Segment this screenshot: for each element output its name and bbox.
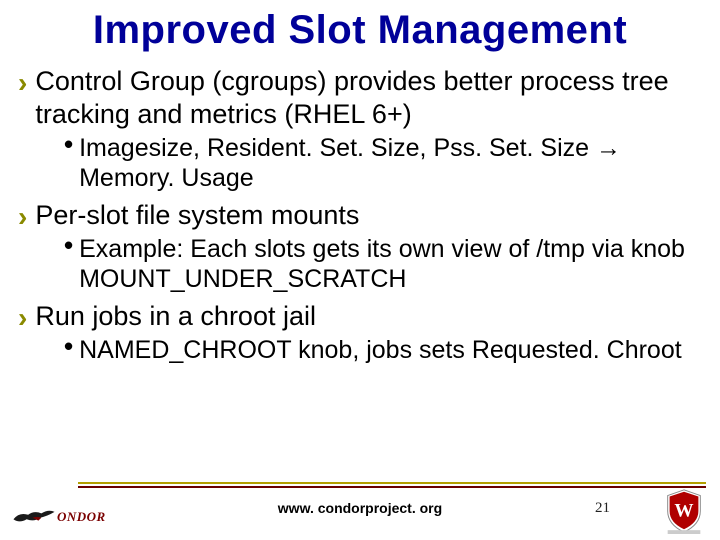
bullet-2a-text: Example: Each slots gets its own view of… [79,234,702,294]
chevron-icon: › [18,203,27,231]
dot-icon: • [64,232,73,258]
bullet-3a: • NAMED_CHROOT knob, jobs sets Requested… [64,335,702,365]
bullet-1a: • Imagesize, Resident. Set. Size, Pss. S… [64,133,702,193]
bullet-1a-text: Imagesize, Resident. Set. Size, Pss. Set… [79,133,702,193]
dot-icon: • [64,333,73,359]
bullet-3: › Run jobs in a chroot jail [18,300,702,333]
bullet-1-text: Control Group (cgroups) provides better … [35,65,702,131]
divider-line [78,482,706,484]
svg-text:W: W [674,501,693,522]
bullet-3a-text: NAMED_CHROOT knob, jobs sets Requested. … [79,335,682,365]
bullet-1: › Control Group (cgroups) provides bette… [18,65,702,131]
dot-icon: • [64,131,73,157]
slide-footer: ONDOR www. condorproject. org 21 W [0,482,720,540]
chevron-icon: › [18,69,27,97]
divider-line [78,486,706,488]
slide-title: Improved Slot Management [0,0,720,65]
footer-url: www. condorproject. org [0,500,720,516]
bullet-3-text: Run jobs in a chroot jail [35,300,316,333]
bullet-2: › Per-slot file system mounts [18,199,702,232]
page-number: 21 [595,500,610,517]
slide-body: › Control Group (cgroups) provides bette… [0,65,720,365]
bullet-2-text: Per-slot file system mounts [35,199,359,232]
bullet-2a: • Example: Each slots gets its own view … [64,234,702,294]
chevron-icon: › [18,304,27,332]
wisconsin-logo: W [660,486,708,534]
